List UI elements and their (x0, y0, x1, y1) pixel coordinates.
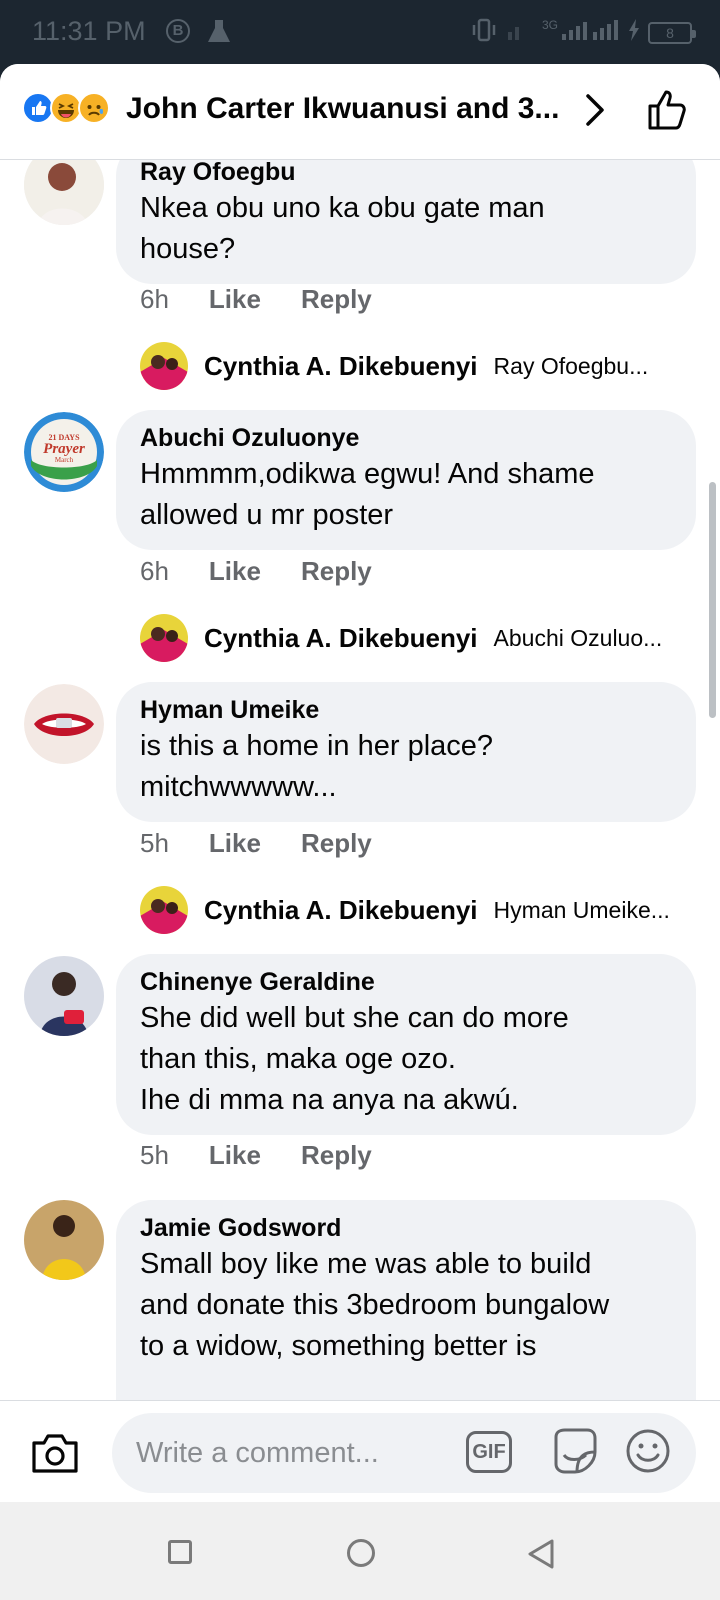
reactions-header: John Carter Ikwuanusi and 3... (0, 64, 720, 160)
comment-time: 5h (140, 828, 169, 858)
scrollbar[interactable] (709, 482, 716, 718)
system-nav-bar (0, 1502, 720, 1600)
back-button[interactable] (526, 1538, 556, 1575)
b-badge-icon: B (166, 19, 190, 43)
status-indicators: 3G 8 (470, 18, 696, 47)
comment-text: She did well but she can do more than th… (140, 1002, 569, 1116)
like-button[interactable]: Like (209, 284, 261, 315)
comment-author[interactable]: Ray Ofoegbu (140, 160, 672, 188)
gif-icon[interactable]: GIF (466, 1431, 512, 1473)
camera-icon[interactable] (30, 1431, 80, 1480)
comment-text: Hmmmm,odikwa egwu! And shame allowed u m… (140, 458, 595, 531)
flask-icon (206, 18, 232, 51)
avatar (140, 886, 188, 934)
comment-author[interactable]: Abuchi Ozuluonye (140, 422, 672, 454)
reactions-title[interactable]: John Carter Ikwuanusi and 3... (126, 92, 566, 126)
avatar[interactable] (24, 684, 104, 764)
comment-bubble[interactable]: Hyman Umeike is this a home in her place… (116, 682, 696, 822)
reply-button[interactable]: Reply (301, 1140, 372, 1171)
avatar (140, 342, 188, 390)
comment-actions: 6h Like Reply (140, 556, 372, 587)
comment-time: 5h (140, 1140, 169, 1170)
signal-icon (506, 18, 534, 47)
comment-text: is this a home in her place? mitchwwwww.… (140, 730, 494, 803)
comment-text: Small boy like me was able to build and … (140, 1248, 610, 1362)
sad-reaction-icon (78, 92, 110, 124)
reply-button[interactable]: Reply (301, 828, 372, 859)
chevron-right-icon[interactable] (580, 90, 610, 135)
reply-snippet: Abuchi Ozuluo... (493, 624, 663, 651)
network-type-label: 3G (541, 18, 558, 32)
reply-preview[interactable]: Cynthia A. Dikebuenyi Hyman Umeike... (140, 886, 670, 934)
reply-button[interactable]: Reply (301, 556, 372, 587)
comment-author[interactable]: Chinenye Geraldine (140, 966, 672, 998)
like-button[interactable]: Like (209, 828, 261, 859)
reply-snippet: Ray Ofoegbu... (493, 352, 649, 379)
reply-author: Cynthia A. Dikebuenyi (204, 894, 478, 925)
comment-input[interactable] (136, 1431, 436, 1475)
reaction-summary[interactable] (22, 92, 110, 124)
comments-sheet: John Carter Ikwuanusi and 3... Ray Ofoeg… (0, 64, 720, 1502)
avatar[interactable]: 21 DAYS Prayer March (24, 412, 104, 492)
avatar[interactable] (24, 1200, 104, 1280)
comment-time: 6h (140, 556, 169, 586)
status-bar: 11:31 PM B 3G 8 (0, 0, 720, 64)
comment-actions: 5h Like Reply (140, 1140, 372, 1171)
comment-author[interactable]: Jamie Godsword (140, 1212, 672, 1244)
battery-icon: 8 (648, 21, 696, 44)
signal-strength-icon (560, 18, 620, 47)
reply-snippet: Hyman Umeike... (493, 896, 670, 923)
home-button[interactable] (347, 1539, 375, 1567)
comment-actions: 5h Like Reply (140, 828, 372, 859)
reply-preview[interactable]: Cynthia A. Dikebuenyi Ray Ofoegbu... (140, 342, 648, 390)
comment-text: Nkea obu uno ka obu gate man house? (140, 192, 545, 265)
avatar (140, 614, 188, 662)
emoji-icon[interactable] (624, 1427, 672, 1480)
comment-bubble[interactable]: Ray Ofoegbu Nkea obu uno ka obu gate man… (116, 160, 696, 284)
comment-bubble[interactable]: Chinenye Geraldine She did well but she … (116, 954, 696, 1135)
comment-author[interactable]: Hyman Umeike (140, 694, 672, 726)
charging-icon (628, 19, 640, 46)
comment-bubble[interactable]: Abuchi Ozuluonye Hmmmm,odikwa egwu! And … (116, 410, 696, 550)
avatar[interactable] (24, 956, 104, 1036)
reply-author: Cynthia A. Dikebuenyi (204, 350, 478, 381)
comment-list: Ray Ofoegbu Nkea obu uno ka obu gate man… (0, 160, 720, 1464)
status-time: 11:31 PM (32, 16, 146, 46)
vibrate-icon (470, 18, 498, 47)
reply-preview[interactable]: Cynthia A. Dikebuenyi Abuchi Ozuluo... (140, 614, 662, 662)
recents-button[interactable] (168, 1540, 192, 1564)
reply-author: Cynthia A. Dikebuenyi (204, 622, 478, 653)
avatar[interactable] (24, 160, 104, 225)
comment-actions: 6h Like Reply (140, 284, 372, 315)
reply-button[interactable]: Reply (301, 284, 372, 315)
like-button[interactable]: Like (209, 1140, 261, 1171)
avatar-badge: 21 DAYS Prayer March (43, 433, 85, 464)
comment-composer: GIF (0, 1400, 720, 1504)
like-button[interactable]: Like (209, 556, 261, 587)
comment-time: 6h (140, 284, 169, 314)
sticker-icon[interactable] (550, 1427, 598, 1482)
comment-input-pill: GIF (112, 1413, 696, 1493)
like-post-button[interactable] (646, 88, 690, 137)
